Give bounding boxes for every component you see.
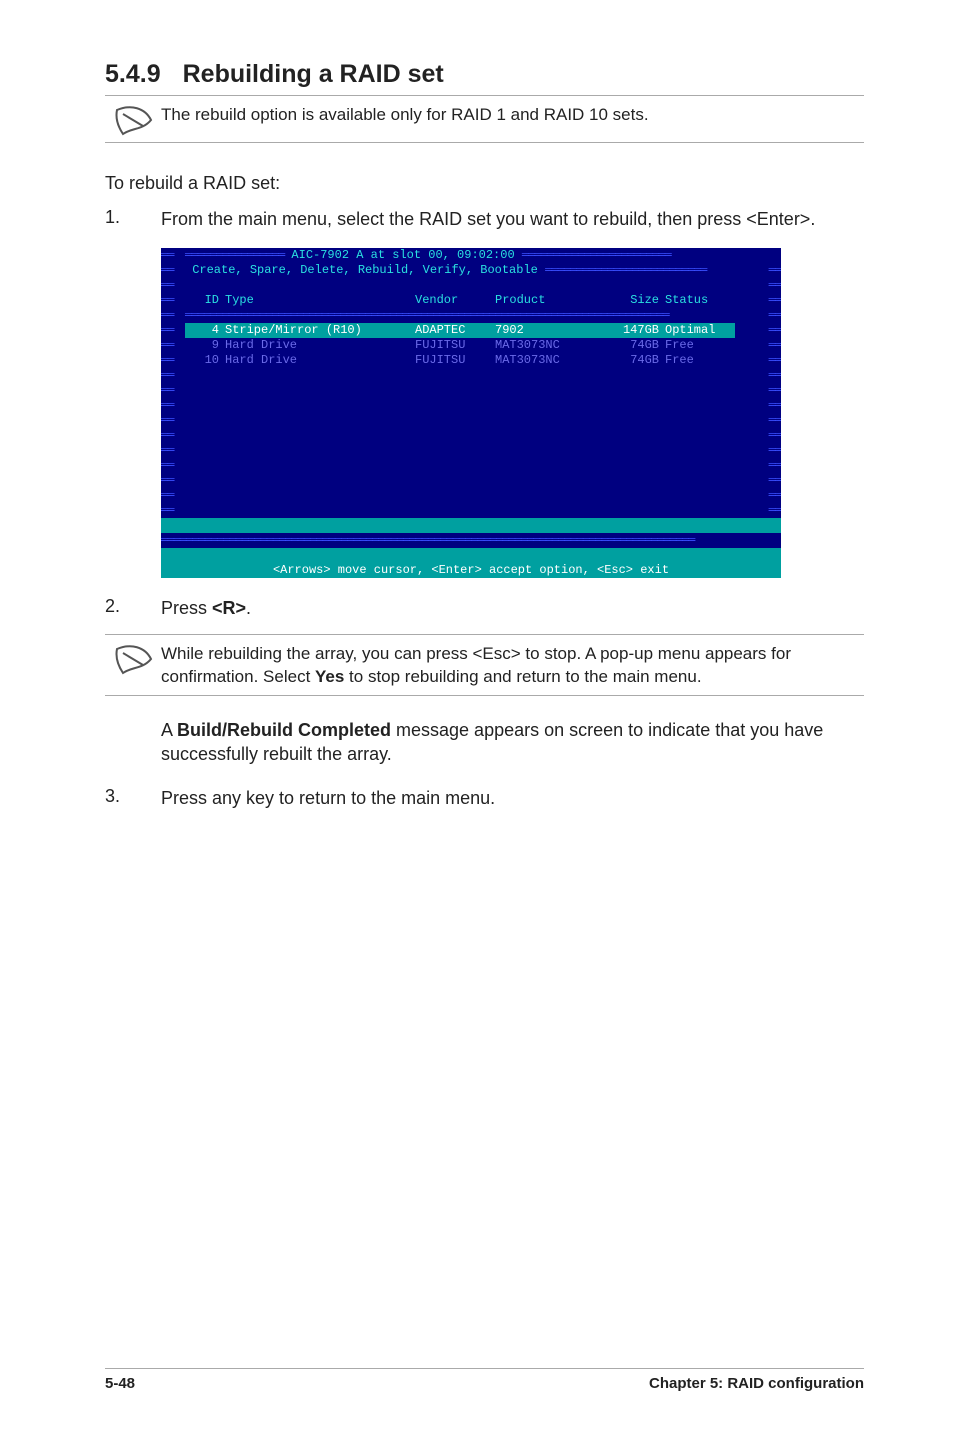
divider (105, 634, 864, 635)
bios-cell-product: 7902 (495, 323, 605, 338)
result-bold: Build/Rebuild Completed (177, 720, 391, 740)
bios-col-status: Status (665, 293, 735, 308)
step-1: 1. From the main menu, select the RAID s… (105, 207, 864, 231)
bios-cell-size: 74GB (605, 338, 665, 353)
step-body: Press <R>. (161, 596, 864, 620)
bios-cell-product: MAT3073NC (495, 338, 605, 353)
divider (105, 142, 864, 143)
section-number: 5.4.9 (105, 60, 161, 88)
bios-cell-size: 147GB (605, 323, 665, 338)
bios-hint: <Arrows> move cursor, <Enter> accept opt… (161, 563, 781, 578)
result-text: A Build/Rebuild Completed message appear… (161, 718, 864, 767)
section-heading: 5.4.9 Rebuilding a RAID set (105, 60, 864, 89)
result-a: A (161, 720, 177, 740)
bios-cell-id: 4 (185, 323, 225, 338)
bios-cell-vendor: FUJITSU (415, 353, 495, 368)
section-title: Rebuilding a RAID set (183, 60, 444, 88)
chapter-label: Chapter 5: RAID configuration (649, 1375, 864, 1392)
bios-cell-size: 74GB (605, 353, 665, 368)
bios-cell-vendor: FUJITSU (415, 338, 495, 353)
bios-col-size: Size (605, 293, 665, 308)
note-icon (105, 104, 161, 136)
divider (105, 695, 864, 696)
bios-title: AIC-7902 A at slot 00, 09:02:00 (291, 248, 514, 263)
bios-col-type: Type (225, 293, 415, 308)
bios-col-product: Product (495, 293, 605, 308)
page-footer: 5-48 Chapter 5: RAID configuration (105, 1368, 864, 1392)
bios-col-vendor: Vendor (415, 293, 495, 308)
note2-b: to stop rebuilding and return to the mai… (344, 667, 701, 686)
step-2: 2. Press <R>. (105, 596, 864, 620)
bios-cell-type: Stripe/Mirror (R10) (225, 323, 415, 338)
bios-cell-status: Free (665, 338, 735, 353)
step-number: 3. (105, 786, 161, 810)
divider (105, 95, 864, 96)
step-body: From the main menu, select the RAID set … (161, 207, 864, 231)
note-text: While rebuilding the array, you can pres… (161, 643, 864, 689)
bios-cell-type: Hard Drive (225, 353, 415, 368)
note-icon (105, 643, 161, 675)
step-body: Press any key to return to the main menu… (161, 786, 864, 810)
bios-screenshot: ══════════════════ AIC-7902 A at slot 00… (161, 248, 781, 578)
bios-menu: Create, Spare, Delete, Rebuild, Verify, … (192, 263, 538, 278)
note2-yes: Yes (315, 667, 344, 686)
bios-col-id: ID (185, 293, 225, 308)
step-number: 1. (105, 207, 161, 231)
note-block: While rebuilding the array, you can pres… (105, 643, 864, 689)
bios-cell-status: Free (665, 353, 735, 368)
note-text: The rebuild option is available only for… (161, 104, 864, 127)
step-prefix: Press (161, 598, 212, 618)
intro-text: To rebuild a RAID set: (105, 171, 864, 195)
step-suffix: . (246, 598, 251, 618)
bios-cell-id: 10 (185, 353, 225, 368)
step-key: <R> (212, 598, 246, 618)
bios-cell-type: Hard Drive (225, 338, 415, 353)
bios-cell-vendor: ADAPTEC (415, 323, 495, 338)
step-3: 3. Press any key to return to the main m… (105, 786, 864, 810)
bios-cell-product: MAT3073NC (495, 353, 605, 368)
note-block: The rebuild option is available only for… (105, 104, 864, 136)
bios-cell-id: 9 (185, 338, 225, 353)
bios-cell-status: Optimal (665, 323, 735, 338)
step-number: 2. (105, 596, 161, 620)
page-number: 5-48 (105, 1375, 135, 1392)
